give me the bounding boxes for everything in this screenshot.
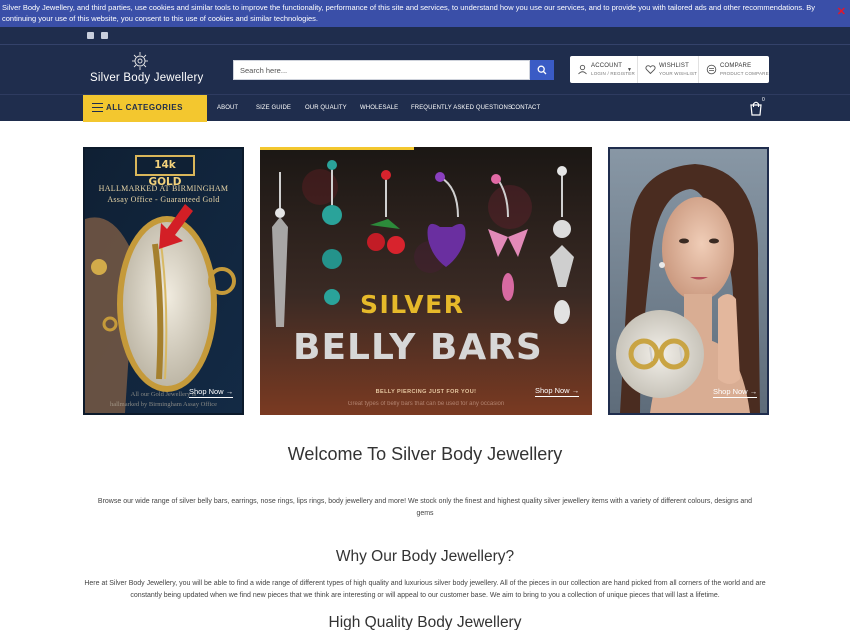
shop-now-label: Shop Now — [535, 386, 570, 395]
banner-gold[interactable]: 14k GOLD HALLMARKED AT BIRMINGHAM Assay … — [83, 147, 244, 415]
why-paragraph: Here at Silver Body Jewellery, you will … — [84, 580, 766, 599]
main-nav: ALL CATEGORIES ABOUT SIZE GUIDE OUR QUAL… — [0, 94, 850, 122]
gold-badge: 14k GOLD — [135, 155, 195, 188]
site-logo[interactable]: Silver Body Jewellery — [90, 72, 204, 84]
intro-paragraph: Browse our wide range of silver belly ba… — [97, 498, 753, 517]
cookie-banner: Silver Body Jewellery, and third parties… — [0, 0, 850, 27]
account-title: ACCOUNT — [591, 63, 623, 69]
gold-footnote-2: hallmarked by Birmingham Assay Office — [109, 401, 218, 408]
shop-now-link-gold[interactable]: Shop Now → — [189, 387, 234, 398]
search-icon — [537, 65, 547, 75]
top-bar — [0, 27, 850, 45]
all-categories-label: ALL CATEGORIES — [106, 103, 183, 112]
compare-title: COMPARE — [720, 63, 752, 69]
shop-now-link-belly-bars[interactable]: Shop Now → — [535, 386, 580, 397]
earrings-model-image — [610, 149, 767, 413]
shop-now-label: Shop Now — [189, 387, 224, 396]
shop-now-link-earrings[interactable]: Shop Now → — [713, 387, 758, 398]
nav-link-size-guide[interactable]: SIZE GUIDE — [256, 105, 291, 111]
nav-link-wholesale[interactable]: WHOLESALE — [360, 105, 398, 111]
belly-bars-headline-2: BELLY BARS — [293, 327, 543, 368]
belly-bars-headline-1: SILVER — [360, 290, 465, 319]
compare-button[interactable]: COMPARE PRODUCT COMPARE — [699, 56, 769, 83]
facebook-icon[interactable] — [87, 32, 94, 39]
close-icon[interactable]: ✕ — [837, 7, 846, 18]
wishlist-subtitle: YOUR WISHLIST — [659, 71, 698, 76]
heart-icon — [645, 65, 656, 75]
banner-accent-bar — [260, 147, 414, 150]
search-input[interactable]: Search here... — [233, 60, 530, 80]
nav-link-faq[interactable]: FREQUENTLY ASKED QUESTIONS — [411, 105, 512, 111]
wishlist-button[interactable]: WISHLIST YOUR WISHLIST — [638, 56, 699, 83]
high-quality-heading: High Quality Body Jewellery — [328, 614, 522, 630]
arrow-right-icon: → — [225, 387, 234, 396]
belly-bars-image — [260, 147, 592, 415]
user-icon — [578, 64, 587, 75]
account-box: ACCOUNT LOGIN / REGISTER ▼ WISHLIST YOUR… — [570, 56, 769, 83]
search-button[interactable] — [530, 60, 554, 80]
why-heading: Why Our Body Jewellery? — [335, 548, 515, 565]
shop-now-label: Shop Now — [713, 387, 748, 396]
nav-link-contact[interactable]: CONTACT — [511, 105, 540, 111]
compare-icon — [706, 64, 717, 75]
menu-icon — [92, 103, 103, 112]
banner-belly-bars[interactable]: SILVER BELLY BARS BELLY PIERCING JUST FO… — [260, 147, 592, 415]
all-categories-button[interactable]: ALL CATEGORIES — [83, 95, 207, 122]
cookie-text: Silver Body Jewellery, and third parties… — [2, 3, 816, 23]
logo-mark-icon — [132, 52, 148, 70]
welcome-heading: Welcome To Silver Body Jewellery — [287, 444, 563, 464]
arrow-right-icon: → — [571, 386, 580, 395]
site-header: Silver Body Jewellery Search here... ACC… — [0, 45, 850, 94]
nav-link-about[interactable]: ABOUT — [217, 105, 238, 111]
banner-earrings[interactable]: Shop Now → — [608, 147, 769, 415]
arrow-right-icon: → — [749, 387, 758, 396]
account-button[interactable]: ACCOUNT LOGIN / REGISTER ▼ — [570, 56, 638, 83]
chevron-down-icon: ▼ — [627, 67, 632, 73]
hallmark-subheading: Assay Office - Guaranteed Gold — [107, 195, 220, 204]
instagram-icon[interactable] — [101, 32, 108, 39]
compare-subtitle: PRODUCT COMPARE — [720, 71, 769, 76]
cart-count-badge: 0 — [762, 97, 765, 103]
belly-bars-fineprint: Great types of belly bars that can be us… — [347, 401, 505, 407]
wishlist-title: WISHLIST — [659, 63, 689, 69]
hallmark-heading: HALLMARKED AT BIRMINGHAM — [98, 184, 229, 193]
nav-link-our-quality[interactable]: OUR QUALITY — [305, 105, 347, 111]
